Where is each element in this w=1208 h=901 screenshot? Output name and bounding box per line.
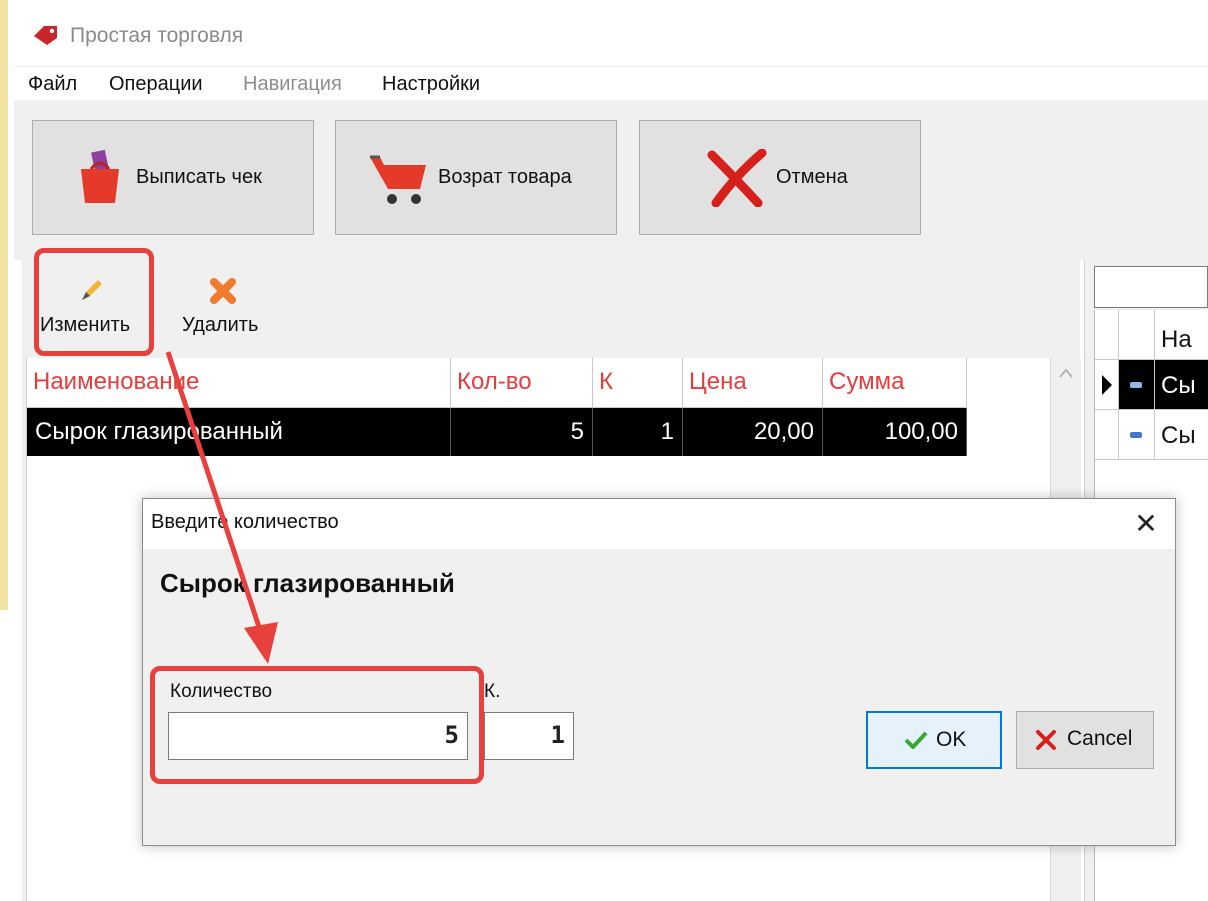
column-header-qty[interactable]: Кол-во (451, 358, 593, 408)
product-search-input[interactable] (1094, 266, 1208, 308)
cell-price[interactable]: 20,00 (683, 408, 823, 456)
cancel-sale-label: Отмена (776, 166, 848, 188)
checkmark-icon (904, 731, 928, 749)
close-icon[interactable]: ✕ (1128, 506, 1164, 542)
product-icon (1130, 432, 1142, 438)
cell-name[interactable]: Сырок глазированный (27, 408, 451, 456)
shopping-bag-icon (81, 149, 119, 203)
return-goods-label: Возрат товара (438, 166, 572, 188)
k-input[interactable]: 1 (484, 712, 574, 760)
product-icon-cell-2 (1119, 410, 1155, 460)
window-title: Простая торговля (70, 24, 244, 47)
menu-settings[interactable]: Настройки (382, 73, 480, 96)
dialog-product-name: Сырок глазированный (160, 568, 455, 598)
row-pointer-icon (1102, 375, 1112, 395)
product-icon-cell (1119, 360, 1155, 410)
right-header-name[interactable]: На (1155, 310, 1208, 360)
menu-file[interactable]: Файл (28, 73, 77, 96)
dialog-title: Введите количество (151, 511, 339, 533)
quantity-highlight-box (150, 666, 484, 784)
ok-button[interactable]: OK (866, 711, 1002, 769)
cancel-x-icon (1036, 730, 1056, 750)
menu-bar: Файл Операции Навигация Настройки (14, 66, 1208, 101)
menu-operations[interactable]: Операции (109, 73, 203, 96)
menu-navigation[interactable]: Навигация (243, 73, 342, 96)
right-row-2-name[interactable]: Сы (1155, 410, 1208, 460)
column-header-k[interactable]: К (593, 358, 683, 408)
delete-label: Удалить (182, 314, 259, 336)
column-header-sum[interactable]: Сумма (823, 358, 967, 408)
cancel-sale-button[interactable]: Отмена (639, 120, 921, 235)
shopping-cart-icon (370, 155, 426, 204)
right-row-1-name[interactable]: Сы (1155, 360, 1208, 410)
write-receipt-label: Выписать чек (136, 166, 262, 188)
current-row-indicator (1095, 360, 1119, 410)
cell-sum[interactable]: 100,00 (823, 408, 967, 456)
delete-x-icon (210, 278, 236, 304)
column-header-name[interactable]: Наименование (27, 358, 451, 408)
delete-button[interactable]: Удалить (178, 274, 270, 350)
ok-label: OK (936, 728, 967, 751)
cancel-label: Cancel (1067, 727, 1133, 750)
red-x-icon (707, 149, 767, 207)
product-icon (1130, 382, 1142, 388)
row-indicator-header (1095, 310, 1119, 360)
return-goods-button[interactable]: Возрат товара (335, 120, 617, 235)
scroll-up-icon[interactable] (1059, 368, 1073, 378)
icon-column-header (1119, 310, 1155, 360)
window-edge (0, 0, 8, 610)
price-tag-icon (34, 26, 57, 45)
column-header-price[interactable]: Цена (683, 358, 823, 408)
cell-k[interactable]: 1 (593, 408, 683, 456)
k-label: К. (484, 681, 501, 702)
cancel-button[interactable]: Cancel (1016, 711, 1154, 769)
cell-qty[interactable]: 5 (451, 408, 593, 456)
edit-highlight-box (34, 248, 154, 356)
write-receipt-button[interactable]: Выписать чек (32, 120, 314, 235)
row-indicator-2 (1095, 410, 1119, 460)
